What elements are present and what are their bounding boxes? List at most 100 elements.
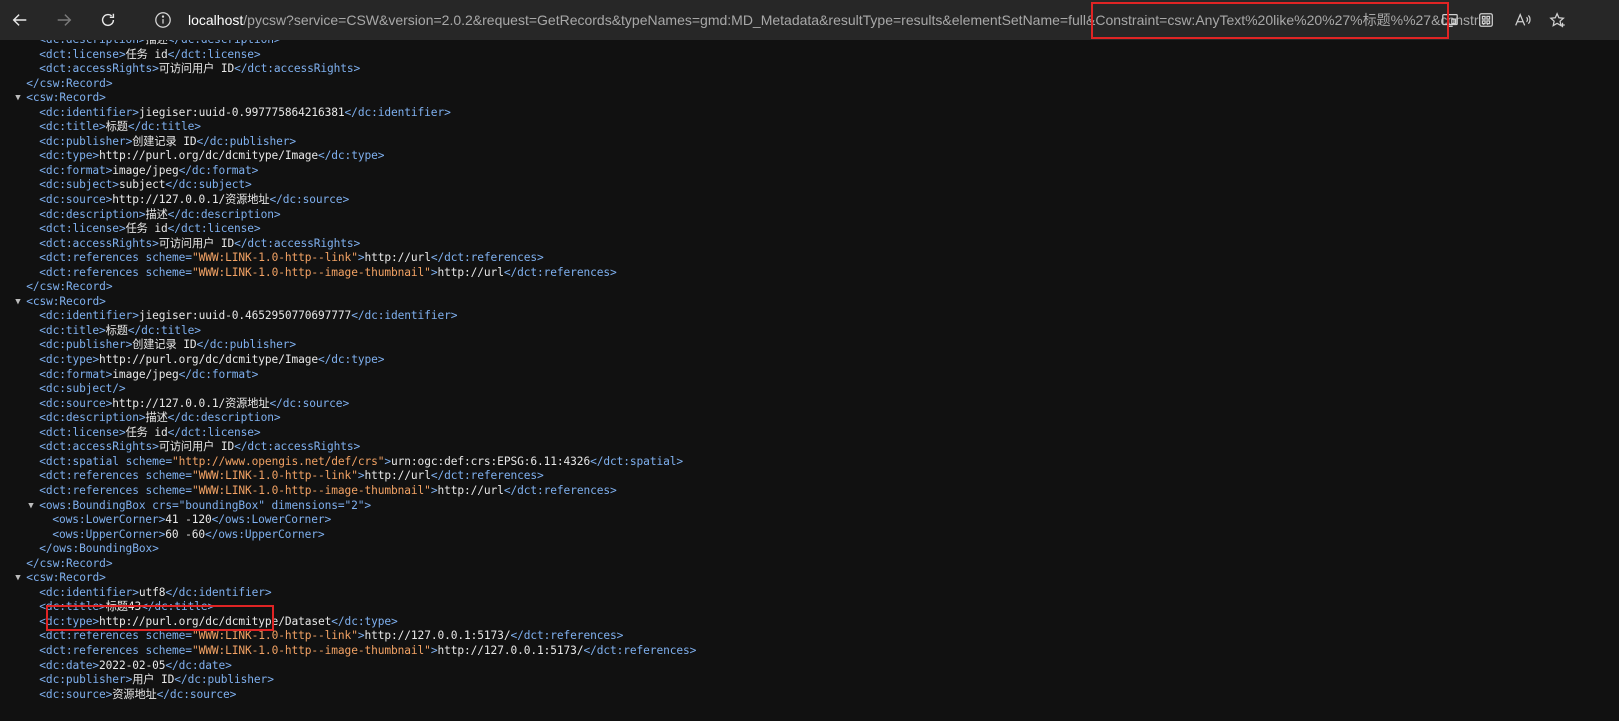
favorites-button[interactable] [1542,4,1574,36]
collapse-toggle-icon[interactable]: ▼ [28,499,33,514]
xml-close-tag: </dc:date> [165,658,232,672]
apps-button[interactable] [1470,4,1502,36]
xml-close-tag: </dc:format> [178,163,259,177]
xml-close-tag: </dc:source> [269,396,350,410]
xml-open-tag: <csw:Record> [26,294,106,308]
xml-close-tag: </dc:publisher> [174,673,274,687]
xml-line: <dc:title>标题</dc:title> [0,120,1619,135]
xml-line: <dc:title>标题</dc:title> [0,324,1619,339]
xml-open-tag-end: > [132,585,139,599]
xml-open-tag: <dct:license [39,222,119,236]
xml-close-tag: </dc:publisher> [196,338,297,352]
collapse-toggle-icon[interactable]: ▼ [15,571,20,586]
xml-open-tag: <dc:publisher [39,134,126,148]
xml-text-value: http://purl.org/dc/dcmitype/Dataset [99,614,332,628]
xml-open-tag: <dc:description [39,411,139,425]
xml-open-tag: <dc:source [39,687,106,701]
address-bar[interactable]: localhost/pycsw?service=CSW&version=2.0.… [144,4,1489,36]
xml-line: ▼ <csw:Record> [0,295,1619,310]
xml-line: <dct:license>任务 id</dct:license> [0,426,1619,441]
xml-text-value: http://purl.org/dc/dcmitype/Image [99,353,319,367]
xml-text-value: 标题43 [105,600,142,614]
xml-line: <dct:license>任务 id</dct:license> [0,222,1619,237]
xml-open-tag-end: > [132,309,139,323]
info-icon[interactable] [154,11,172,29]
xml-open-tag: <dc:identifier [39,585,133,599]
xml-open-tag: <dc:date [39,658,93,672]
xml-close-tag: </dc:title> [141,600,215,614]
xml-open-tag-end: > [152,440,159,454]
xml-close-tag: </dc:title> [127,323,201,337]
xml-open-tag: <ows:LowerCorner [52,513,159,527]
xml-text-value: 60 -60 [165,527,206,541]
xml-line: <dc:subject/> [0,382,1619,397]
xml-line: <dc:publisher>创建记录 ID</dc:publisher> [0,135,1619,150]
xml-text-value: 用户 ID [132,673,175,687]
xml-text-value: 描述 [145,411,168,425]
xml-close-tag: </dc:identifier> [351,309,458,323]
xml-text-value: 创建记录 ID [132,134,197,148]
refresh-icon [101,13,115,27]
xml-open-tag: <dct:accessRights [39,62,153,76]
xml-line: <dc:title>标题43</dc:title> [0,600,1619,615]
xml-open-tag: <dct:references [39,469,139,483]
xml-open-tag-end: > [99,600,106,614]
xml-attr-value: "WWW:LINK-1.0-http--link" [191,469,358,483]
xml-text-value: image/jpeg [112,367,179,381]
xml-line: <dct:references scheme="WWW:LINK-1.0-htt… [0,629,1619,644]
xml-text-value: utf8 [138,585,166,599]
forward-button[interactable] [48,4,80,36]
xml-line: <dc:description>描述</dc:description> [0,40,1619,48]
xml-open-tag-end: > [99,120,106,134]
xml-open-tag: <csw:Record> [26,91,106,105]
xml-line: <dc:type>http://purl.org/dc/dcmitype/Ima… [0,353,1619,368]
xml-line: <dct:accessRights>可访问用户 ID</dct:accessRi… [0,237,1619,252]
xml-open-tag: <dc:type [39,353,93,367]
xml-open-tag: <dc:publisher [39,673,126,687]
xml-line: <dc:publisher>用户 ID</dc:publisher> [0,673,1619,688]
xml-close-tag: </dc:type> [318,353,385,367]
read-aloud-icon [1515,12,1531,26]
xml-close-tag: </dc:format> [178,367,259,381]
xml-line: <dc:identifier>utf8</dc:identifier> [0,586,1619,601]
xml-text-value: 任务 id [125,222,168,236]
xml-open-tag: <dc:title [39,323,100,337]
xml-text-value: http://127.0.0.1/资源地址 [112,193,270,207]
xml-line: <dct:accessRights>可访问用户 ID</dct:accessRi… [0,440,1619,455]
cast-button[interactable] [1434,4,1466,36]
xml-text-value: subject [118,178,166,192]
xml-text-value: http://127.0.0.1:5173/ [437,643,584,657]
collapse-toggle-icon[interactable]: ▼ [15,91,20,106]
xml-open-tag: <dc:type [39,614,93,628]
xml-text-value: http://url [364,469,431,483]
xml-open-tag: <dc:format [39,367,106,381]
read-aloud-button[interactable] [1506,4,1538,36]
xml-attr-name: scheme= [138,265,192,279]
xml-open-tag: <dct:references [39,251,139,265]
xml-line: <dc:type>http://purl.org/dc/dcmitype/Ima… [0,149,1619,164]
url-text[interactable]: localhost/pycsw?service=CSW&version=2.0.… [188,4,1619,36]
xml-open-tag: <dct:spatial [39,454,119,468]
xml-close-tag: </dc:identifier> [344,105,451,119]
cast-icon [1442,13,1458,27]
collapse-toggle-icon[interactable]: ▼ [15,295,20,310]
xml-text-value: http://url [364,251,431,265]
xml-open-tag-end: > [118,47,126,61]
xml-line: ▼ <csw:Record> [0,91,1619,106]
xml-open-tag-end: > [118,425,126,439]
xml-line: <dc:publisher>创建记录 ID</dc:publisher> [0,338,1619,353]
refresh-button[interactable] [92,4,124,36]
xml-text-value: http://127.0.0.1:5173/ [364,629,511,643]
xml-text-value: 任务 id [125,425,168,439]
back-button[interactable] [4,4,36,36]
xml-close-tag: </dc:type> [331,614,398,628]
xml-line: <dc:subject>subject</dc:subject> [0,178,1619,193]
xml-text-value: 可访问用户 ID [158,62,235,76]
xml-line: </ows:BoundingBox> [0,542,1619,557]
xml-close-tag: </dct:references> [430,251,544,265]
xml-line: <dct:references scheme="WWW:LINK-1.0-htt… [0,644,1619,659]
xml-attr-value: "WWW:LINK-1.0-http--image-thumbnail" [191,265,431,279]
xml-open-tag-end: > [152,62,159,76]
xml-line: </csw:Record> [0,77,1619,92]
xml-close-tag: </csw:Record> [26,76,113,90]
